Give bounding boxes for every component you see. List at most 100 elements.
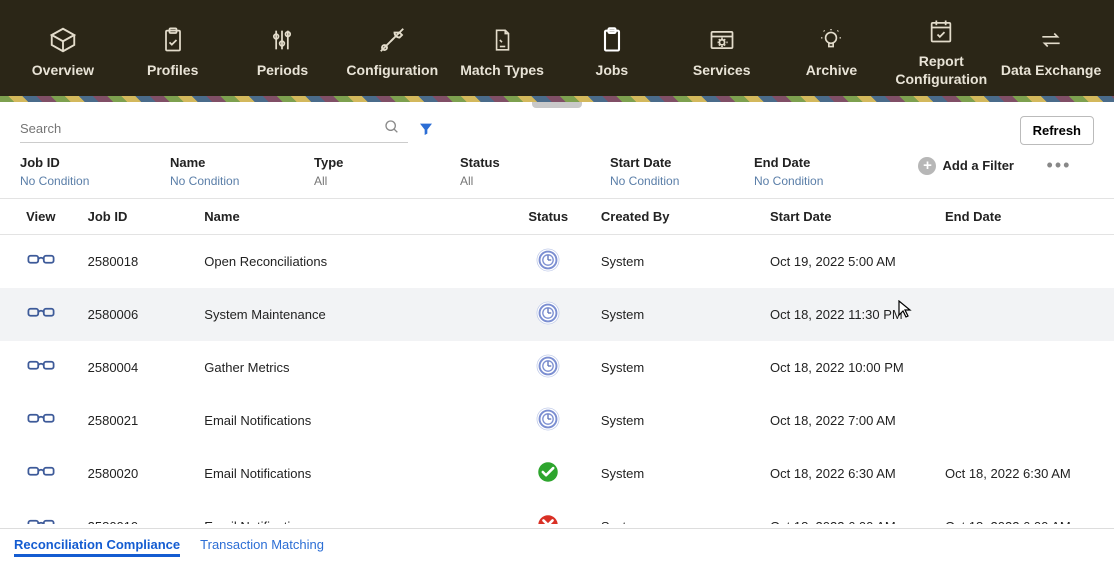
filter-jobid[interactable]: Job ID No Condition	[20, 155, 170, 188]
bottom-tabs: Reconciliation Compliance Transaction Ma…	[0, 528, 1114, 561]
nav-overview[interactable]: Overview	[8, 17, 118, 79]
view-button[interactable]	[27, 518, 55, 524]
filter-status[interactable]: Status All	[460, 155, 610, 188]
glasses-icon	[27, 465, 55, 479]
nav-report-configuration[interactable]: ReportConfiguration	[886, 8, 996, 88]
doc-icon	[447, 23, 557, 57]
clock-icon	[535, 247, 561, 273]
cell-start-date: Oct 18, 2022 10:00 PM	[764, 341, 939, 394]
cell-start-date: Oct 18, 2022 6:00 AM	[764, 500, 939, 524]
view-button[interactable]	[27, 412, 55, 429]
nav-jobs[interactable]: Jobs	[557, 17, 667, 79]
cell-start-date: Oct 18, 2022 7:00 AM	[764, 394, 939, 447]
jobs-table-area[interactable]: View Job ID Name Status Created By Start…	[0, 199, 1114, 524]
cell-jobid: 2580006	[82, 288, 199, 341]
cell-name: Email Notifications	[198, 500, 501, 524]
filter-value: All	[314, 174, 440, 188]
cell-start-date: Oct 18, 2022 6:30 AM	[764, 447, 939, 500]
cell-name: Email Notifications	[198, 394, 501, 447]
box-icon	[8, 23, 118, 57]
glasses-icon	[27, 412, 55, 426]
nav-data-exchange[interactable]: Data Exchange	[996, 17, 1106, 79]
search-input[interactable]	[20, 121, 384, 136]
nav-archive[interactable]: Archive	[777, 17, 887, 79]
cell-end-date	[939, 394, 1114, 447]
tab-transaction-matching[interactable]: Transaction Matching	[200, 535, 324, 557]
jobs-table: View Job ID Name Status Created By Start…	[0, 199, 1114, 524]
clock-icon	[535, 353, 561, 379]
nav-match-types[interactable]: Match Types	[447, 17, 557, 79]
filter-start-date[interactable]: Start Date No Condition	[610, 155, 754, 188]
col-created-by[interactable]: Created By	[595, 199, 764, 235]
cell-jobid: 2580021	[82, 394, 199, 447]
filter-name[interactable]: Name No Condition	[170, 155, 314, 188]
filter-value: No Condition	[610, 174, 734, 188]
nav-label: Archive	[777, 61, 887, 79]
gear-window-icon	[667, 23, 777, 57]
table-row[interactable]: 2580020Email NotificationsSystemOct 18, …	[0, 447, 1114, 500]
filter-type[interactable]: Type All	[314, 155, 460, 188]
cell-status	[502, 394, 595, 447]
table-header: View Job ID Name Status Created By Start…	[0, 199, 1114, 235]
filter-actions: + Add a Filter •••	[891, 155, 1094, 176]
cell-end-date	[939, 288, 1114, 341]
cell-start-date: Oct 19, 2022 5:00 AM	[764, 235, 939, 289]
cell-created-by: System	[595, 500, 764, 524]
nav-configuration[interactable]: Configuration	[337, 17, 447, 79]
cell-start-date: Oct 18, 2022 11:30 PM	[764, 288, 939, 341]
sliders-icon	[228, 23, 338, 57]
add-filter-button[interactable]: + Add a Filter	[918, 157, 1014, 175]
search-wrap	[20, 119, 408, 143]
cell-created-by: System	[595, 235, 764, 289]
refresh-button[interactable]: Refresh	[1020, 116, 1094, 145]
cell-created-by: System	[595, 447, 764, 500]
table-row[interactable]: 2580018Open ReconciliationsSystemOct 19,…	[0, 235, 1114, 289]
col-end-date[interactable]: End Date	[939, 199, 1114, 235]
cell-name: System Maintenance	[198, 288, 501, 341]
cell-name: Gather Metrics	[198, 341, 501, 394]
clipboard-icon	[118, 23, 228, 57]
table-row[interactable]: 2580019Email NotificationsSystemOct 18, …	[0, 500, 1114, 524]
glasses-icon	[27, 359, 55, 373]
nav-label: Overview	[8, 61, 118, 79]
search-icon[interactable]	[384, 119, 400, 138]
cell-status	[502, 235, 595, 289]
filter-value: No Condition	[20, 174, 150, 188]
col-jobid[interactable]: Job ID	[82, 199, 199, 235]
nav-label: Jobs	[557, 61, 667, 79]
col-start-date[interactable]: Start Date	[764, 199, 939, 235]
tab-reconciliation-compliance[interactable]: Reconciliation Compliance	[14, 535, 180, 557]
table-row[interactable]: 2580004Gather MetricsSystemOct 18, 2022 …	[0, 341, 1114, 394]
view-button[interactable]	[27, 306, 55, 323]
cell-end-date: Oct 18, 2022 6:00 AM	[939, 500, 1114, 524]
cell-created-by: System	[595, 394, 764, 447]
cell-name: Open Reconciliations	[198, 235, 501, 289]
nav-periods[interactable]: Periods	[228, 17, 338, 79]
view-button[interactable]	[27, 465, 55, 482]
nav-services[interactable]: Services	[667, 17, 777, 79]
filter-value: All	[460, 174, 590, 188]
cell-end-date	[939, 235, 1114, 289]
view-button[interactable]	[27, 253, 55, 270]
col-name[interactable]: Name	[198, 199, 501, 235]
toolbar-row: Refresh	[0, 108, 1114, 155]
filter-icon[interactable]	[418, 121, 434, 140]
more-actions-icon[interactable]: •••	[1044, 155, 1074, 176]
check-icon	[535, 459, 561, 485]
glasses-icon	[27, 306, 55, 320]
view-button[interactable]	[27, 359, 55, 376]
table-row[interactable]: 2580006System MaintenanceSystemOct 18, 2…	[0, 288, 1114, 341]
col-status[interactable]: Status	[502, 199, 595, 235]
nav-label: Periods	[228, 61, 338, 79]
table-row[interactable]: 2580021Email Notifications SystemOct 18, …	[0, 394, 1114, 447]
cell-status	[502, 288, 595, 341]
filter-end-date[interactable]: End Date No Condition	[754, 155, 891, 188]
filter-label: Type	[314, 155, 440, 170]
col-view[interactable]: View	[0, 199, 82, 235]
nav-label: Configuration	[337, 61, 447, 79]
cell-status	[502, 447, 595, 500]
clock-icon	[535, 300, 561, 326]
glasses-icon	[27, 518, 55, 524]
nav-profiles[interactable]: Profiles	[118, 17, 228, 79]
nav-label: Services	[667, 61, 777, 79]
